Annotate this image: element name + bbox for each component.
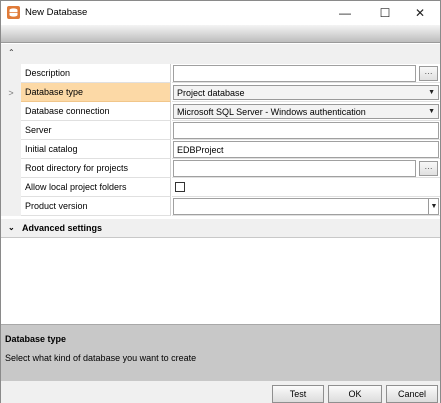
description-browse-button[interactable]: ··· bbox=[419, 66, 438, 81]
chevron-right-icon: > bbox=[8, 87, 14, 98]
property-row-database-connection[interactable]: Database connection Microsoft SQL Server… bbox=[1, 102, 440, 121]
close-button[interactable]: ✕ bbox=[400, 1, 440, 25]
maximize-button[interactable]: ☐ bbox=[365, 1, 405, 25]
property-label: Allow local project folders bbox=[21, 178, 171, 197]
row-gutter bbox=[1, 159, 21, 178]
property-value: ··· bbox=[172, 159, 440, 178]
property-value: Project database ▼ bbox=[172, 83, 440, 102]
root-directory-input[interactable] bbox=[173, 160, 416, 177]
row-gutter bbox=[1, 197, 21, 216]
root-directory-browse-button[interactable]: ··· bbox=[419, 161, 438, 176]
row-gutter bbox=[1, 121, 21, 140]
chevron-down-icon[interactable]: ⌄ bbox=[8, 223, 15, 232]
property-row-database-type[interactable]: > Database type Project database ▼ bbox=[1, 83, 440, 102]
dropdown-arrow-icon: ▼ bbox=[428, 89, 435, 96]
property-label: Database connection bbox=[21, 102, 171, 121]
minimize-icon: — bbox=[339, 6, 351, 20]
property-row-root-directory[interactable]: Root directory for projects ··· bbox=[1, 159, 440, 178]
row-gutter bbox=[1, 64, 21, 83]
database-connection-select[interactable]: Microsoft SQL Server - Windows authentic… bbox=[173, 104, 439, 119]
title-bar: New Database — ☐ ✕ bbox=[1, 1, 440, 25]
property-row-server[interactable]: Server bbox=[1, 121, 440, 140]
property-label: Initial catalog bbox=[21, 140, 171, 159]
chevron-up-icon[interactable]: ⌃ bbox=[8, 48, 15, 57]
property-value: ··· bbox=[172, 64, 440, 83]
ellipsis-icon: ··· bbox=[424, 164, 433, 173]
ok-button[interactable]: OK bbox=[328, 385, 382, 403]
select-value: Microsoft SQL Server - Windows authentic… bbox=[177, 106, 366, 117]
product-version-select[interactable] bbox=[173, 198, 439, 215]
property-row-product-version[interactable]: Product version ▼ bbox=[1, 197, 440, 216]
property-value bbox=[172, 178, 440, 197]
row-gutter: > bbox=[1, 83, 21, 102]
advanced-settings-label: Advanced settings bbox=[22, 223, 103, 233]
category-header[interactable]: ⌃ bbox=[1, 44, 440, 64]
server-input[interactable] bbox=[173, 122, 439, 139]
property-label: Product version bbox=[21, 197, 171, 216]
property-row-initial-catalog[interactable]: Initial catalog EDBProject bbox=[1, 140, 440, 159]
cancel-button[interactable]: Cancel bbox=[386, 385, 438, 403]
row-gutter bbox=[1, 140, 21, 159]
close-icon: ✕ bbox=[414, 6, 426, 20]
property-value bbox=[172, 121, 440, 140]
description-text: Select what kind of database you want to… bbox=[5, 353, 197, 363]
minimize-button[interactable]: — bbox=[325, 1, 365, 25]
initial-catalog-input[interactable]: EDBProject bbox=[173, 141, 439, 158]
toolbar-strip bbox=[1, 25, 440, 43]
database-app-icon bbox=[7, 6, 20, 19]
description-title: Database type bbox=[5, 334, 67, 344]
property-label: Server bbox=[21, 121, 171, 140]
property-row-allow-local-folders[interactable]: Allow local project folders bbox=[1, 178, 440, 197]
select-value: Project database bbox=[177, 87, 245, 98]
database-type-select[interactable]: Project database ▼ bbox=[173, 85, 439, 100]
row-gutter bbox=[1, 102, 21, 121]
property-value: ▼ bbox=[172, 197, 440, 216]
property-value: Microsoft SQL Server - Windows authentic… bbox=[172, 102, 440, 121]
description-input[interactable] bbox=[173, 65, 416, 82]
window-title: New Database bbox=[25, 7, 88, 18]
property-value: EDBProject bbox=[172, 140, 440, 159]
property-label: Database type bbox=[21, 83, 171, 102]
row-gutter bbox=[1, 178, 21, 197]
property-row-description[interactable]: Description ··· bbox=[1, 64, 440, 83]
description-panel: Database type Select what kind of databa… bbox=[1, 324, 440, 381]
allow-local-folders-checkbox[interactable] bbox=[175, 182, 185, 192]
new-database-window: New Database — ☐ ✕ ⌃ Description ··· > D… bbox=[0, 0, 441, 403]
dropdown-arrow-icon[interactable]: ▼ bbox=[428, 199, 439, 214]
test-button[interactable]: Test bbox=[272, 385, 324, 403]
property-label: Root directory for projects bbox=[21, 159, 171, 178]
advanced-settings-header[interactable]: ⌄ Advanced settings bbox=[1, 219, 440, 238]
dialog-footer: Test OK Cancel bbox=[1, 381, 440, 403]
dropdown-arrow-icon: ▼ bbox=[428, 108, 435, 115]
property-label: Description bbox=[21, 64, 171, 83]
maximize-icon: ☐ bbox=[379, 6, 391, 20]
ellipsis-icon: ··· bbox=[424, 69, 433, 78]
